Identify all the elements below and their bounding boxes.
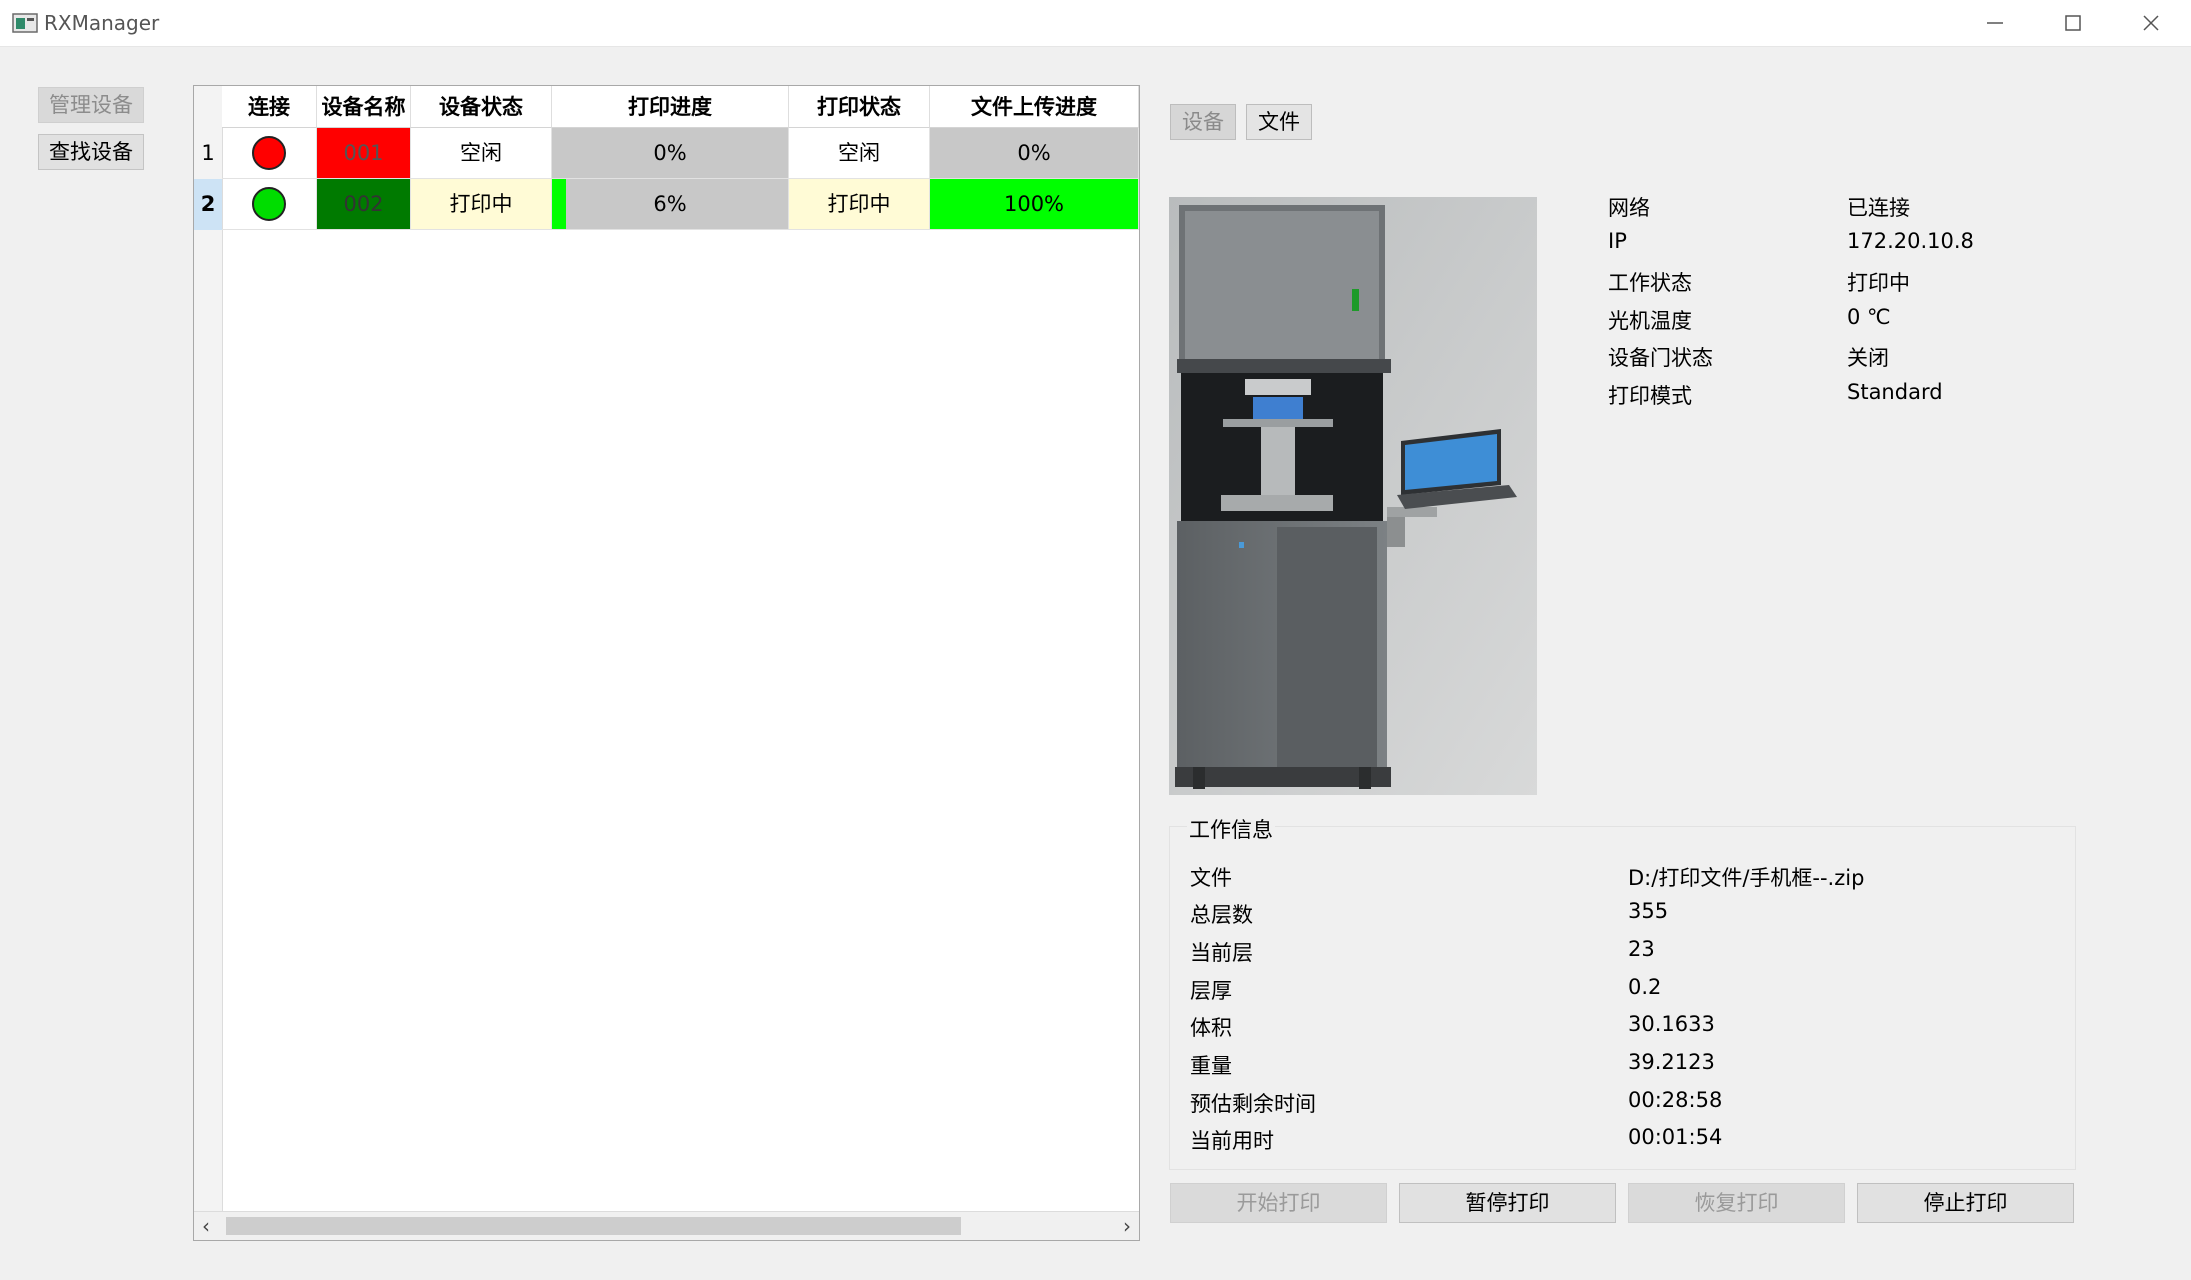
close-icon xyxy=(2143,15,2159,31)
device-image xyxy=(1169,197,1537,795)
network-label: 网络 xyxy=(1608,196,1650,220)
layer-thickness-label: 层厚 xyxy=(1190,979,1232,1003)
start-print-button[interactable]: 开始打印 xyxy=(1170,1183,1387,1223)
minimize-button[interactable] xyxy=(1956,0,2034,46)
elapsed-time-label: 当前用时 xyxy=(1190,1129,1274,1153)
engine-temp-value: 0 ℃ xyxy=(1847,305,1891,329)
resume-print-button[interactable]: 恢复打印 xyxy=(1628,1183,1845,1223)
close-button[interactable] xyxy=(2112,0,2190,46)
network-value: 已连接 xyxy=(1847,196,1910,220)
app-icon xyxy=(12,13,38,33)
print-progress-fill xyxy=(552,179,567,229)
horizontal-scrollbar[interactable]: ‹ › xyxy=(194,1211,1139,1240)
remaining-time-value: 00:28:58 xyxy=(1628,1088,1723,1112)
print-progress-text: 0% xyxy=(653,141,687,165)
offline-status-icon xyxy=(252,135,286,170)
print-state-cell[interactable]: 打印中 xyxy=(789,179,930,230)
find-devices-button[interactable]: 查找设备 xyxy=(38,134,144,170)
work-info-title: 工作信息 xyxy=(1187,814,1275,844)
scrollbar-thumb[interactable] xyxy=(226,1217,961,1235)
print-progress-text: 6% xyxy=(653,192,687,216)
volume-value: 30.1633 xyxy=(1628,1012,1715,1036)
door-state-label: 设备门状态 xyxy=(1608,346,1713,370)
column-header-connection[interactable]: 连接 xyxy=(222,86,317,128)
print-progress-cell[interactable]: 6% xyxy=(552,179,789,230)
stop-print-button[interactable]: 停止打印 xyxy=(1857,1183,2074,1223)
maximize-button[interactable] xyxy=(2034,0,2112,46)
device-name-cell[interactable]: 001 xyxy=(317,128,411,179)
device-name-cell[interactable]: 002 xyxy=(317,179,411,230)
print-state-cell[interactable]: 空闲 xyxy=(789,128,930,179)
upload-progress-cell[interactable]: 100% xyxy=(930,179,1139,230)
upload-progress-text: 100% xyxy=(1003,192,1065,216)
printer-illustration xyxy=(1169,197,1537,795)
total-layers-value: 355 xyxy=(1628,899,1669,923)
print-mode-value: Standard xyxy=(1847,380,1943,404)
tab-file[interactable]: 文件 xyxy=(1246,104,1312,140)
row-number[interactable]: 1 xyxy=(194,128,222,179)
print-progress-cell[interactable]: 0% xyxy=(552,128,789,179)
column-header-device-name[interactable]: 设备名称 xyxy=(317,86,411,128)
upload-progress-text: 0% xyxy=(1017,141,1051,165)
scroll-left-icon[interactable]: ‹ xyxy=(202,1214,210,1238)
work-state-label: 工作状态 xyxy=(1608,271,1692,295)
work-state-value: 打印中 xyxy=(1847,271,1910,295)
column-header-print-progress[interactable]: 打印进度 xyxy=(552,86,789,128)
tab-device[interactable]: 设备 xyxy=(1170,104,1236,140)
column-header-print-state[interactable]: 打印状态 xyxy=(789,86,930,128)
file-value: D:/打印文件/手机框--.zip xyxy=(1628,866,1865,890)
connection-cell[interactable] xyxy=(222,128,317,179)
scroll-right-icon[interactable]: › xyxy=(1123,1214,1131,1238)
remaining-time-label: 预估剩余时间 xyxy=(1190,1092,1316,1116)
print-mode-label: 打印模式 xyxy=(1608,384,1692,408)
weight-value: 39.2123 xyxy=(1628,1050,1715,1074)
connection-cell[interactable] xyxy=(222,179,317,230)
weight-label: 重量 xyxy=(1190,1054,1232,1078)
device-state-cell[interactable]: 空闲 xyxy=(411,128,552,179)
door-state-value: 关闭 xyxy=(1847,346,1889,370)
device-state-cell[interactable]: 打印中 xyxy=(411,179,552,230)
upload-progress-cell[interactable]: 0% xyxy=(930,128,1139,179)
window-title: RXManager xyxy=(44,11,160,35)
row-header-gutter xyxy=(194,86,223,1214)
title-bar: RXManager xyxy=(0,0,2191,47)
engine-temp-label: 光机温度 xyxy=(1608,309,1692,333)
maximize-icon xyxy=(2065,15,2081,31)
ip-value: 172.20.10.8 xyxy=(1847,229,1974,253)
file-label: 文件 xyxy=(1190,866,1232,890)
row-number[interactable]: 2 xyxy=(194,179,222,230)
manage-devices-button[interactable]: 管理设备 xyxy=(38,87,144,123)
minimize-icon xyxy=(1987,22,2003,24)
work-info-group xyxy=(1169,826,2076,1170)
elapsed-time-value: 00:01:54 xyxy=(1628,1125,1723,1149)
total-layers-label: 总层数 xyxy=(1190,903,1253,927)
layer-thickness-value: 0.2 xyxy=(1628,975,1662,999)
device-table: 连接 设备名称 设备状态 打印进度 打印状态 文件上传进度 1 001 空闲 0… xyxy=(193,85,1140,1241)
current-layer-value: 23 xyxy=(1628,937,1655,961)
column-header-upload-progress[interactable]: 文件上传进度 xyxy=(930,86,1139,128)
online-status-icon xyxy=(252,186,286,221)
current-layer-label: 当前层 xyxy=(1190,941,1253,965)
column-header-device-state[interactable]: 设备状态 xyxy=(411,86,552,128)
ip-label: IP xyxy=(1608,229,1627,253)
volume-label: 体积 xyxy=(1190,1016,1232,1040)
pause-print-button[interactable]: 暂停打印 xyxy=(1399,1183,1616,1223)
